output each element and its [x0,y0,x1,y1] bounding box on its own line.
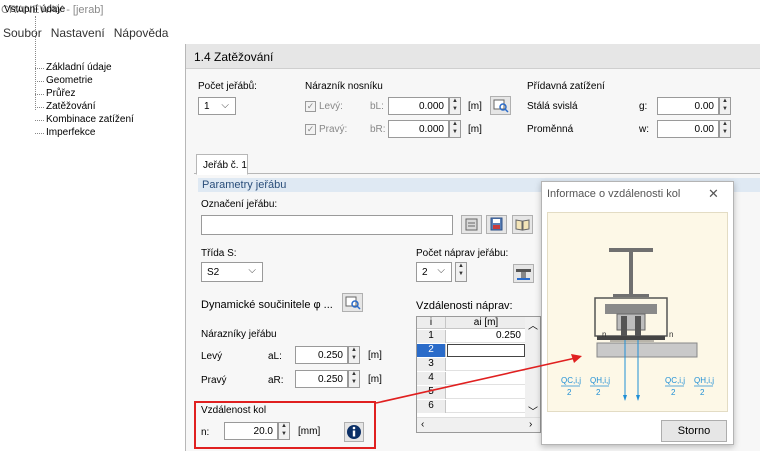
annotation-arrow [375,354,582,404]
annotation-arrow-line [375,356,581,404]
annotation-arrowhead [571,354,582,363]
